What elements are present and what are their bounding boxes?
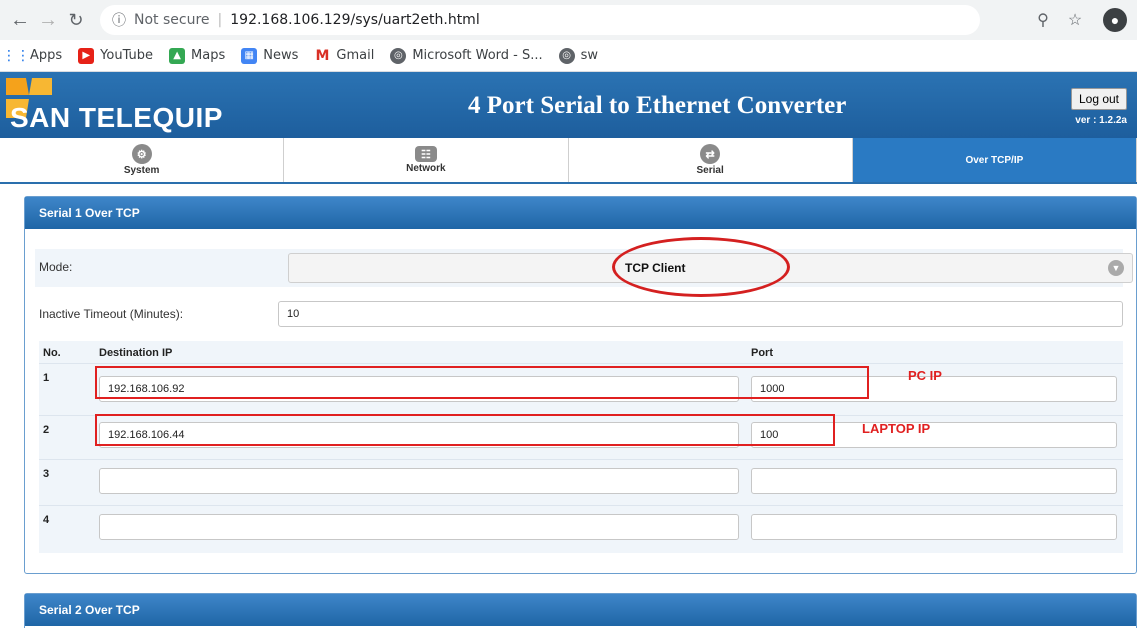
table-row: 3 (39, 459, 1123, 503)
col-no-header: No. (43, 347, 61, 359)
row-number: 1 (43, 372, 50, 384)
row-number: 3 (43, 468, 50, 480)
bookmark-word[interactable]: ◎ Microsoft Word - S... (390, 47, 543, 64)
col-port-header: Port (751, 347, 773, 359)
network-icon: ☷ (414, 146, 437, 162)
col-ip-header: Destination IP (99, 347, 173, 359)
row-number: 2 (43, 424, 50, 436)
bookmarks-bar: ⋮⋮ Apps ▶ YouTube ▲ Maps ▦ News M Gmail … (0, 40, 1137, 72)
gear-icon: ⚙ (131, 144, 152, 164)
logout-button[interactable]: Log out (1071, 88, 1127, 110)
info-icon[interactable]: ⓘ (112, 10, 126, 30)
destination-ip-input[interactable] (99, 514, 739, 540)
gmail-icon: M (315, 47, 330, 64)
brand-logo: SAN TELEQUIP (6, 78, 223, 136)
bookmark-youtube[interactable]: ▶ YouTube (78, 47, 154, 64)
youtube-icon: ▶ (78, 47, 95, 64)
page-title: 4 Port Serial to Ethernet Converter (468, 92, 847, 119)
version-label: ver : 1.2.2a (1075, 115, 1127, 126)
tab-label: System (123, 165, 160, 176)
bookmark-label: YouTube (100, 48, 154, 63)
tab-system[interactable]: ⚙ System (0, 138, 285, 182)
zoom-icon[interactable]: ⚲ (1027, 5, 1059, 35)
browser-toolbar: ← → ↻ ⓘ Not secure | 192.168.106.129/sys… (0, 0, 1137, 40)
star-icon[interactable]: ☆ (1059, 5, 1091, 35)
bookmark-label: sw (580, 48, 599, 63)
destination-ip-input[interactable] (99, 468, 739, 494)
row-number: 4 (43, 514, 50, 526)
serial2-panel-title: Serial 2 Over TCP (25, 594, 1136, 626)
tab-network[interactable]: ☷ Network (284, 138, 569, 182)
reload-icon[interactable]: ↻ (62, 6, 90, 34)
serial1-panel-title: Serial 1 Over TCP (25, 197, 1136, 229)
tab-label: Over TCP/IP (965, 154, 1024, 166)
pc-ip-highlight (95, 366, 869, 399)
laptop-ip-annotation: LAPTOP IP (862, 421, 931, 436)
bookmark-gmail[interactable]: M Gmail (314, 48, 374, 64)
address-separator: | (217, 12, 223, 28)
bookmark-label: Apps (30, 48, 63, 63)
pc-ip-annotation: PC IP (908, 368, 942, 383)
port-input[interactable] (751, 514, 1117, 540)
url-text[interactable]: 192.168.106.129/sys/uart2eth.html (230, 12, 479, 28)
profile-avatar-icon[interactable]: ● (1103, 8, 1127, 32)
back-arrow-icon[interactable]: ← (6, 6, 34, 34)
apps-grid-icon: ⋮⋮ (2, 47, 30, 64)
app-header: SAN TELEQUIP 4 Port Serial to Ethernet C… (0, 72, 1137, 138)
bookmark-label: Maps (191, 48, 226, 63)
laptop-ip-highlight (95, 414, 835, 446)
bookmark-label: News (263, 48, 299, 63)
globe-icon: ◎ (390, 47, 407, 64)
tab-over-tcp-ip[interactable]: Over TCP/IP (852, 138, 1137, 182)
timeout-label: Inactive Timeout (Minutes): (39, 307, 184, 321)
bookmark-label: Microsoft Word - S... (412, 48, 543, 63)
mode-highlight-ellipse (612, 237, 790, 297)
table-row: 4 (39, 505, 1123, 549)
tab-serial[interactable]: ⇄ Serial (568, 138, 853, 182)
forward-arrow-icon[interactable]: → (34, 6, 62, 34)
port-input[interactable] (751, 468, 1117, 494)
tab-label: Network (406, 163, 446, 174)
bookmark-label: Gmail (336, 48, 375, 63)
timeout-input[interactable]: 10 (278, 301, 1123, 327)
serial-icon: ⇄ (700, 144, 721, 164)
news-icon: ▦ (241, 47, 258, 64)
serial2-panel: Serial 2 Over TCP (24, 593, 1137, 628)
mode-label: Mode: (39, 260, 73, 274)
brand-name: SAN TELEQUIP (10, 102, 223, 133)
bookmark-news[interactable]: ▦ News (241, 47, 299, 64)
bookmark-maps[interactable]: ▲ Maps (169, 47, 226, 64)
globe-icon: ◎ (558, 47, 575, 64)
tab-label: Serial (696, 165, 724, 176)
address-bar[interactable]: ⓘ Not secure | 192.168.106.129/sys/uart2… (100, 5, 980, 35)
bookmark-apps[interactable]: ⋮⋮ Apps (2, 47, 63, 64)
maps-icon: ▲ (169, 47, 186, 64)
chevron-down-icon[interactable]: ▼ (1108, 260, 1124, 276)
bookmark-sw[interactable]: ◎ sw (558, 47, 599, 64)
mode-row: Mode: TCP Client ▼ (35, 249, 1133, 287)
security-label: Not secure (134, 12, 210, 28)
main-tabs: ⚙ System ☷ Network ⇄ Serial Over TCP/IP (0, 138, 1137, 184)
